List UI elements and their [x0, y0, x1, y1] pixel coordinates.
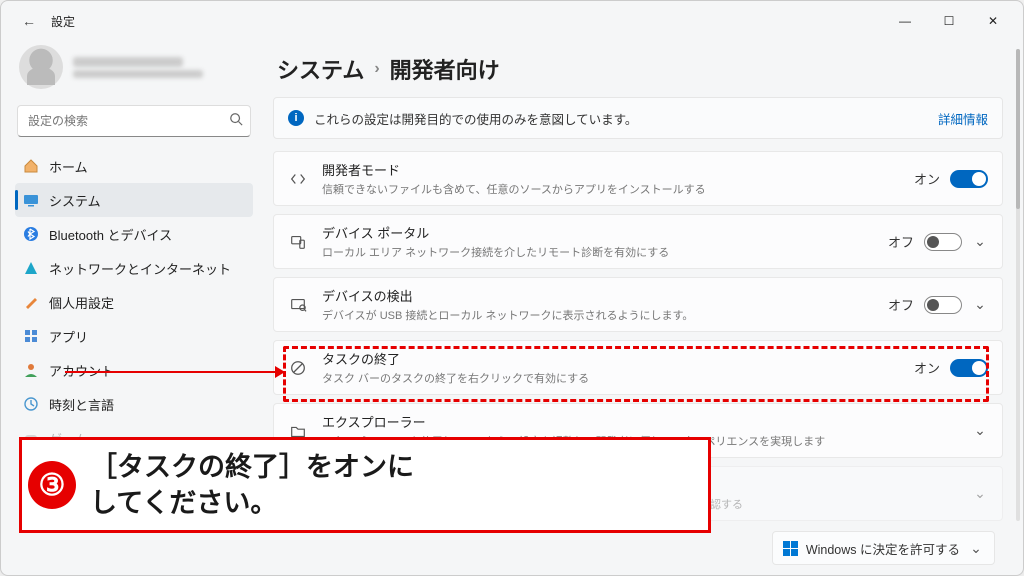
toggle-device-discovery[interactable] — [924, 296, 962, 314]
setting-desc: デバイスが USB 接続とローカル ネットワークに表示されるようにします。 — [322, 307, 874, 323]
search-icon — [229, 112, 243, 131]
setting-desc: ローカル エリア ネットワーク接続を介したリモート診断を有効にする — [322, 244, 874, 260]
breadcrumb-developers: 開発者向け — [390, 53, 500, 85]
sidebar-item-label: ネットワークとインターネット — [49, 259, 231, 278]
close-button[interactable]: ✕ — [971, 6, 1015, 36]
code-icon — [288, 170, 308, 188]
sidebar-item-label: 時刻と言語 — [49, 395, 114, 414]
info-banner: i これらの設定は開発目的での使用のみを意図しています。 詳細情報 — [273, 97, 1003, 139]
sidebar-item-bluetooth[interactable]: Bluetooth とデバイス — [15, 217, 253, 251]
toggle-state: オフ — [888, 295, 914, 314]
windows-logo-icon — [783, 541, 798, 556]
setting-desc: タスク バーのタスクの終了を右クリックで有効にする — [322, 370, 900, 386]
search-input[interactable] — [17, 105, 251, 137]
annotation-banner: ③ ［タスクの終了］をオンに してください。 — [19, 437, 711, 533]
home-icon — [23, 158, 39, 174]
sidebar-item-network[interactable]: ネットワークとインターネット — [15, 251, 253, 285]
setting-desc: 信頼できないファイルも含めて、任意のソースからアプリをインストールする — [322, 181, 900, 197]
sidebar-item-label: システム — [49, 191, 101, 210]
info-icon: i — [288, 110, 304, 126]
sidebar-item-accounts[interactable]: アカウント — [15, 353, 253, 387]
scrollbar[interactable] — [1016, 49, 1020, 521]
sidebar-item-label: Bluetooth とデバイス — [49, 225, 172, 244]
chevron-down-icon[interactable]: ⌄ — [972, 296, 988, 313]
device-portal-icon — [288, 233, 308, 251]
sidebar-item-time-language[interactable]: 時刻と言語 — [15, 387, 253, 421]
sidebar-item-home[interactable]: ホーム — [15, 149, 253, 183]
setting-title: タスクの終了 — [322, 349, 900, 368]
toggle-device-portal[interactable] — [924, 233, 962, 251]
accounts-icon — [23, 362, 39, 378]
bluetooth-icon — [23, 226, 39, 242]
sidebar-item-label: アプリ — [49, 327, 88, 346]
personalization-icon — [23, 294, 39, 310]
setting-end-task[interactable]: タスクの終了 タスク バーのタスクの終了を右クリックで有効にする オン — [273, 340, 1003, 395]
breadcrumb-system[interactable]: システム — [277, 53, 364, 85]
apps-icon — [23, 328, 39, 344]
network-icon — [23, 260, 39, 276]
setting-title: 開発者モード — [322, 160, 900, 179]
toggle-state: オン — [914, 358, 940, 377]
system-icon — [23, 192, 39, 208]
chevron-right-icon: › — [374, 60, 379, 78]
chevron-down-icon[interactable]: ⌄ — [972, 485, 988, 502]
chevron-down-icon: ⌄ — [968, 540, 984, 557]
chevron-down-icon[interactable]: ⌄ — [972, 422, 988, 439]
avatar — [19, 45, 63, 89]
toggle-developer-mode[interactable] — [950, 170, 988, 188]
sidebar-item-system[interactable]: システム — [15, 183, 253, 217]
time-language-icon — [23, 396, 39, 412]
toggle-state: オン — [914, 169, 940, 188]
annotation-step-number: ③ — [28, 461, 76, 509]
windows-decide-button[interactable]: Windows に決定を許可する ⌄ — [772, 531, 995, 565]
user-name-blurred — [73, 57, 203, 78]
device-discovery-icon — [288, 296, 308, 314]
sidebar-item-label: 個人用設定 — [49, 293, 114, 312]
setting-device-portal[interactable]: デバイス ポータル ローカル エリア ネットワーク接続を介したリモート診断を有効… — [273, 214, 1003, 269]
minimize-button[interactable]: — — [883, 6, 927, 36]
sidebar-item-label: アカウント — [49, 361, 114, 380]
setting-title: エクスプローラー — [322, 412, 958, 431]
sidebar-item-label: ホーム — [49, 157, 88, 176]
user-profile[interactable] — [15, 41, 253, 99]
back-button[interactable]: ← — [15, 7, 43, 35]
breadcrumb: システム › 開発者向け — [273, 51, 1003, 97]
maximize-button[interactable]: ☐ — [927, 6, 971, 36]
setting-developer-mode[interactable]: 開発者モード 信頼できないファイルも含めて、任意のソースからアプリをインストール… — [273, 151, 1003, 206]
sidebar-item-personalization[interactable]: 個人用設定 — [15, 285, 253, 319]
setting-device-discovery[interactable]: デバイスの検出 デバイスが USB 接続とローカル ネットワークに表示されるよう… — [273, 277, 1003, 332]
window-title: 設定 — [51, 13, 75, 30]
sidebar-item-apps[interactable]: アプリ — [15, 319, 253, 353]
setting-title: デバイスの検出 — [322, 286, 874, 305]
toggle-end-task[interactable] — [950, 359, 988, 377]
learn-more-link[interactable]: 詳細情報 — [938, 109, 988, 128]
footer-btn-label: Windows に決定を許可する — [806, 539, 960, 558]
info-text: これらの設定は開発目的での使用のみを意図しています。 — [314, 109, 637, 128]
setting-title: デバイス ポータル — [322, 223, 874, 242]
toggle-state: オフ — [888, 232, 914, 251]
chevron-down-icon[interactable]: ⌄ — [972, 233, 988, 250]
annotation-text: ［タスクの終了］をオンに してください。 — [90, 449, 414, 522]
end-task-icon — [288, 359, 308, 377]
